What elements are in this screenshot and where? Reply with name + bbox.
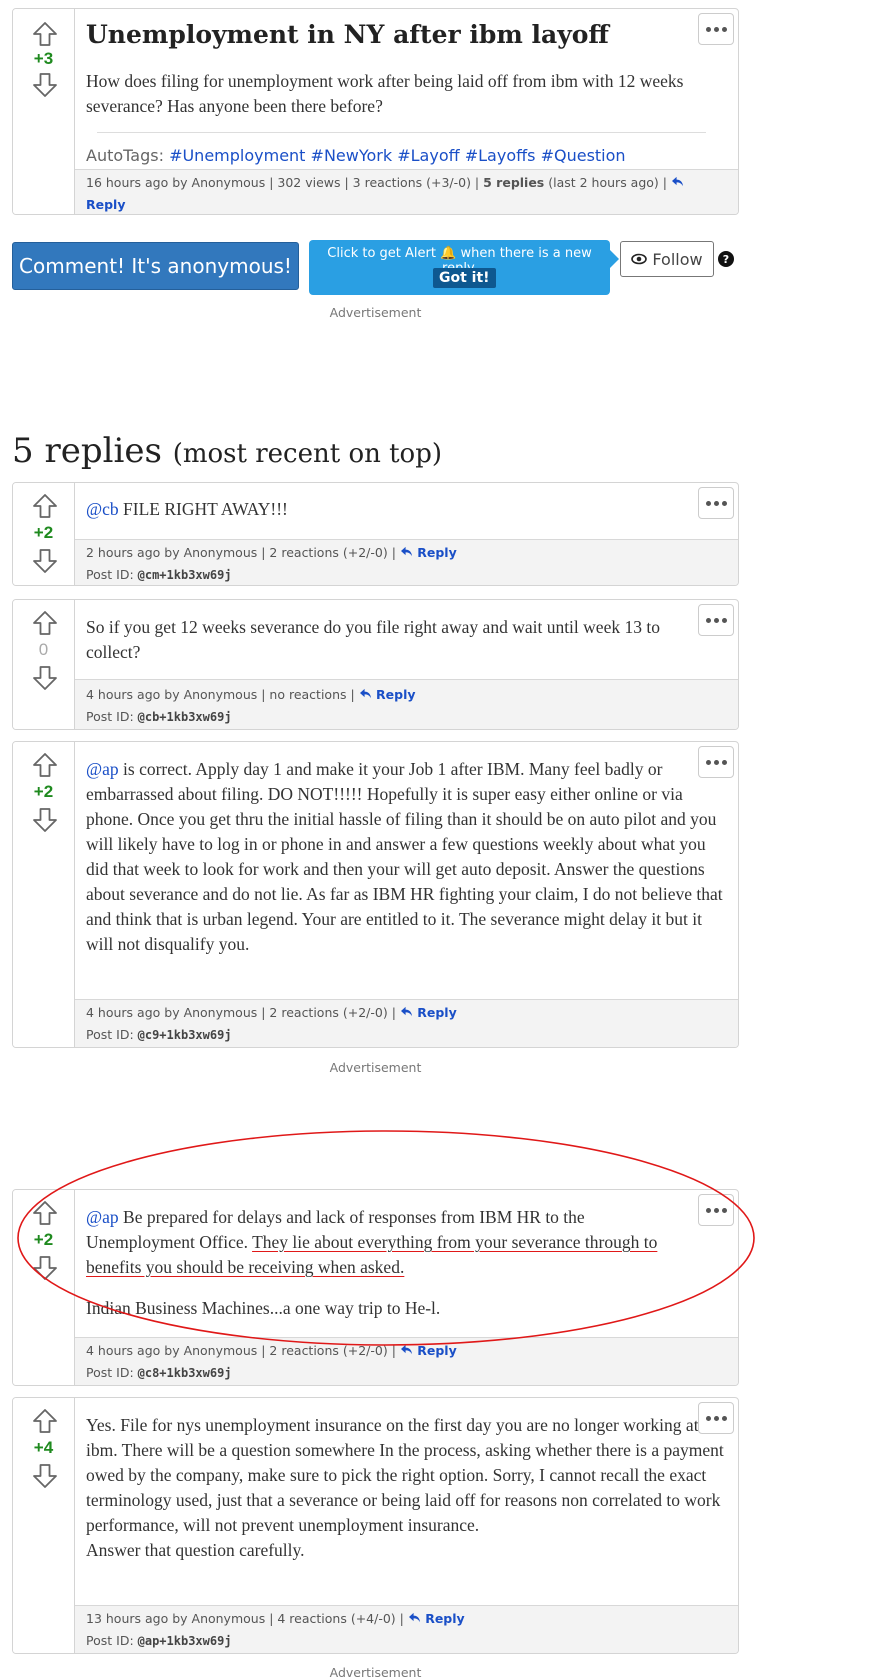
reply-meta: 4 hours ago by Anonymous | 2 reactions (… [75, 999, 738, 1047]
upvote-arrow-icon[interactable] [31, 1408, 59, 1434]
alert-tooltip: Click to get Alert 🔔 when there is a new… [309, 240, 619, 295]
vote-column: +2 [13, 483, 75, 585]
more-options-button[interactable] [698, 1194, 734, 1226]
upvote-arrow-icon[interactable] [31, 493, 59, 519]
reply-meta: 13 hours ago by Anonymous | 4 reactions … [75, 1605, 738, 1653]
downvote-arrow-icon[interactable] [31, 1463, 59, 1489]
upvote-arrow-icon[interactable] [31, 21, 59, 47]
mention-link[interactable]: @ap [86, 759, 119, 779]
autotags: AutoTags: #Unemployment #NewYork #Layoff… [86, 143, 626, 168]
reply-icon [400, 546, 413, 557]
post-score: +3 [33, 49, 54, 68]
reply-score: +2 [33, 782, 54, 801]
vote-column: 0 [13, 600, 75, 729]
tag-link[interactable]: #Layoff [397, 146, 459, 165]
downvote-arrow-icon[interactable] [31, 1255, 59, 1281]
reply-body: @cb FILE RIGHT AWAY!!! [86, 499, 288, 519]
reply-body: So if you get 12 weeks severance do you … [86, 617, 660, 662]
reply-card: +2 @cb FILE RIGHT AWAY!!! 2 hours ago by… [12, 482, 739, 586]
reply-icon [408, 1612, 421, 1623]
vote-column: +4 [13, 1398, 75, 1653]
advertisement-label: Advertisement [329, 1665, 422, 1680]
downvote-arrow-icon[interactable] [31, 807, 59, 833]
vote-column: +3 [13, 9, 75, 214]
post-title: Unemployment in NY after ibm layoff [86, 20, 609, 49]
replies-count[interactable]: 5 replies [483, 175, 544, 190]
tag-link[interactable]: #Unemployment [169, 146, 305, 165]
post-meta: 16 hours ago by Anonymous | 302 views | … [75, 169, 738, 214]
post-id: @c9+1kb3xw69j [137, 1028, 232, 1042]
post-id: @cb+1kb3xw69j [137, 710, 232, 724]
reply-meta: 2 hours ago by Anonymous | 2 reactions (… [75, 539, 738, 585]
vote-column: +2 [13, 742, 75, 1047]
reply-body: Yes. File for nys unemployment insurance… [86, 1415, 724, 1560]
reply-icon [671, 176, 684, 187]
advertisement-label: Advertisement [329, 1060, 422, 1075]
reply-card: +2 @ap is correct. Apply day 1 and make … [12, 741, 739, 1048]
reply-body: @ap Be prepared for delays and lack of r… [86, 1207, 658, 1318]
reply-body: @ap is correct. Apply day 1 and make it … [86, 759, 723, 954]
reply-card: 0 So if you get 12 weeks severance do yo… [12, 599, 739, 730]
mention-link[interactable]: @ap [86, 1207, 119, 1227]
help-icon[interactable]: ? [718, 251, 734, 267]
main-post: +3 Unemployment in NY after ibm layoff H… [12, 8, 739, 215]
autotags-label: AutoTags: [86, 146, 164, 165]
tag-link[interactable]: #Layoffs [465, 146, 536, 165]
post-id: @c8+1kb3xw69j [137, 1366, 232, 1380]
downvote-arrow-icon[interactable] [31, 665, 59, 691]
more-options-button[interactable] [698, 13, 734, 45]
bell-icon: 🔔 [440, 246, 457, 261]
reply-link[interactable]: Reply [400, 1343, 457, 1358]
tooltip-arrow [610, 250, 619, 268]
reply-link[interactable]: Reply [408, 1611, 465, 1626]
more-options-button[interactable] [698, 487, 734, 519]
vote-column: +2 [13, 1190, 75, 1385]
reply-icon [359, 688, 372, 699]
post-text: How does filing for unemployment work af… [86, 71, 684, 116]
reply-icon [400, 1344, 413, 1355]
reply-link[interactable]: Reply [400, 545, 457, 560]
meta-text: 16 hours ago by Anonymous | 302 views | … [86, 175, 484, 190]
reply-card: +4 Yes. File for nys unemployment insura… [12, 1397, 739, 1654]
advertisement-label: Advertisement [329, 305, 422, 320]
post-body: Unemployment in NY after ibm layoff How … [75, 9, 738, 179]
downvote-arrow-icon[interactable] [31, 548, 59, 574]
downvote-arrow-icon[interactable] [31, 72, 59, 98]
reply-score: +2 [33, 1230, 54, 1249]
more-options-button[interactable] [698, 746, 734, 778]
replies-heading: 5 replies (most recent on top) [12, 431, 442, 471]
post-id: @cm+1kb3xw69j [137, 568, 232, 582]
comment-button[interactable]: Comment! It's anonymous! [12, 242, 299, 290]
got-it-button[interactable]: Got it! [433, 268, 496, 288]
reply-meta: 4 hours ago by Anonymous | 2 reactions (… [75, 1337, 738, 1385]
reply-icon [400, 1006, 413, 1017]
tag-link[interactable]: #Question [541, 146, 626, 165]
tag-link[interactable]: #NewYork [311, 146, 393, 165]
reply-score: 0 [38, 640, 49, 659]
reply-score: +4 [33, 1438, 54, 1457]
reply-meta: 4 hours ago by Anonymous | no reactions … [75, 679, 738, 729]
upvote-arrow-icon[interactable] [31, 1200, 59, 1226]
reply-link[interactable]: Reply [400, 1005, 457, 1020]
mention-link[interactable]: @cb [86, 499, 119, 519]
reply-link[interactable]: Reply [359, 687, 416, 702]
more-options-button[interactable] [698, 1402, 734, 1434]
reply-score: +2 [33, 523, 54, 542]
upvote-arrow-icon[interactable] [31, 610, 59, 636]
divider [97, 132, 706, 133]
more-options-button[interactable] [698, 604, 734, 636]
meta-text: (last 2 hours ago) | [544, 175, 671, 190]
post-id: @ap+1kb3xw69j [137, 1634, 232, 1648]
follow-button[interactable]: Follow [620, 241, 714, 277]
reply-card: +2 @ap Be prepared for delays and lack o… [12, 1189, 739, 1386]
upvote-arrow-icon[interactable] [31, 752, 59, 778]
eye-icon [631, 253, 648, 265]
